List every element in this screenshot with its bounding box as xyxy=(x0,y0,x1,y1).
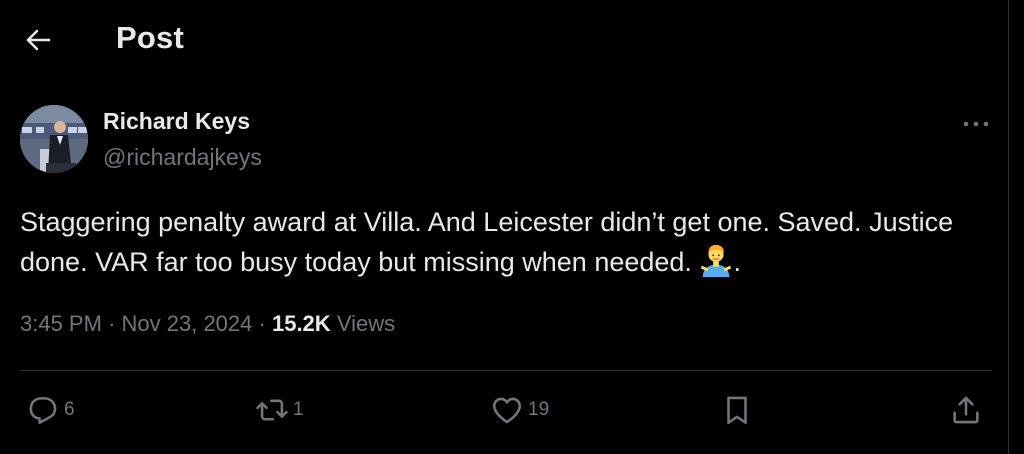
bookmark-icon xyxy=(727,396,747,425)
person-shrugging-icon xyxy=(701,244,732,277)
post-date[interactable]: Nov 23, 2024 xyxy=(122,311,253,336)
reply-button[interactable]: 6 xyxy=(26,392,75,428)
more-options-button[interactable] xyxy=(958,112,994,136)
post-meta: 3:45 PM · Nov 23, 2024 · 15.2K Views xyxy=(20,311,395,337)
post-view: Post Richard Keys @richardajkeys Stagger… xyxy=(0,0,1009,454)
avatar-photo xyxy=(20,105,88,173)
tweet-body: Staggering penalty award at Villa. And L… xyxy=(20,207,954,277)
author-handle[interactable]: @richardajkeys xyxy=(103,144,262,171)
post-time[interactable]: 3:45 PM xyxy=(20,311,102,336)
share-button[interactable] xyxy=(949,392,983,428)
meta-separator: · xyxy=(258,311,266,336)
repost-button[interactable]: 1 xyxy=(255,392,304,428)
reply-count: 6 xyxy=(64,399,75,420)
heart-icon xyxy=(492,397,522,424)
views-label: Views xyxy=(336,311,396,336)
tweet-trailing-period: . xyxy=(733,247,741,277)
share-icon xyxy=(953,396,979,424)
reply-icon xyxy=(29,397,57,425)
repost-count: 1 xyxy=(293,399,304,420)
arrow-left-icon xyxy=(26,29,51,51)
views-count: 15.2K xyxy=(271,311,331,336)
meta-separator: · xyxy=(108,311,116,336)
window-edge xyxy=(1009,0,1024,454)
repost-icon xyxy=(256,399,288,421)
header: Post xyxy=(0,0,1008,80)
like-count: 19 xyxy=(528,399,550,420)
back-button[interactable] xyxy=(18,22,58,58)
like-button[interactable]: 19 xyxy=(490,392,549,428)
divider xyxy=(20,370,992,371)
bookmark-button[interactable] xyxy=(720,392,754,428)
tweet-text: Staggering penalty award at Villa. And L… xyxy=(20,202,980,282)
author-name[interactable]: Richard Keys xyxy=(103,108,250,135)
page-title: Post xyxy=(116,20,184,55)
avatar[interactable] xyxy=(20,105,88,173)
more-horizontal-icon xyxy=(963,121,989,127)
